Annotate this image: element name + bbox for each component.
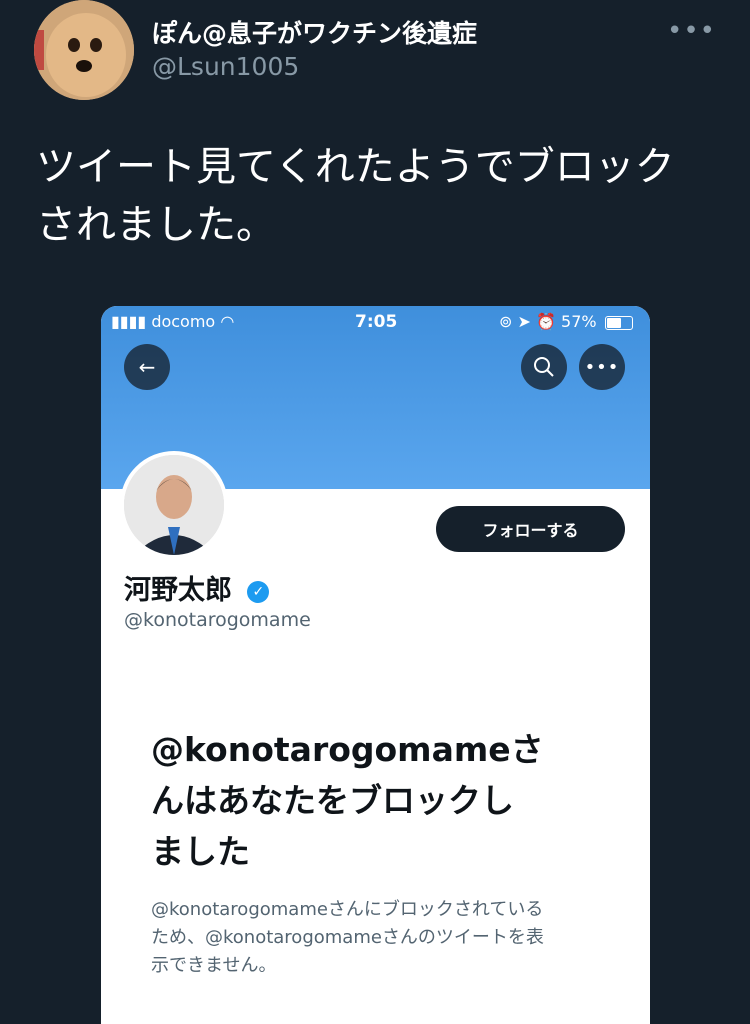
blocked-description: @konotarogomameさんにブロックされている ため、@konotaro… bbox=[151, 896, 601, 980]
lock-rotation-icon: ⊚ bbox=[499, 312, 513, 331]
status-time: 7:05 bbox=[355, 312, 398, 332]
blocked-title-line: @konotarogomameさ bbox=[151, 730, 544, 769]
author-handle[interactable]: @Lsun1005 bbox=[152, 52, 299, 81]
alarm-icon: ⏰ bbox=[536, 312, 556, 331]
wifi-icon: ◠ bbox=[220, 312, 235, 331]
author-display-name[interactable]: ぽん@息子がワクチン後遺症 bbox=[152, 14, 477, 50]
blocked-title-line: ました bbox=[151, 832, 250, 871]
carrier-label: docomo bbox=[151, 312, 216, 331]
blocked-desc-line: 示できません。 bbox=[151, 955, 277, 976]
author-avatar[interactable] bbox=[34, 0, 134, 100]
location-icon: ➤ bbox=[517, 312, 531, 331]
status-carrier: ▮▮▮▮ docomo ◠ bbox=[111, 312, 234, 331]
profile-avatar[interactable] bbox=[120, 451, 228, 559]
profile-name-text: 河野太郎 bbox=[124, 575, 232, 606]
attached-screenshot-image[interactable]: ▮▮▮▮ docomo ◠ 7:05 ⊚ ➤ ⏰ 57% ← ••• フォローす… bbox=[101, 306, 650, 1024]
profile-name: 河野太郎 ✓ bbox=[124, 568, 270, 607]
person-photo-image bbox=[124, 455, 224, 555]
profile-handle: @konotarogomame bbox=[124, 609, 311, 631]
follow-button[interactable]: フォローする bbox=[436, 506, 625, 552]
battery-percent: 57% bbox=[561, 312, 597, 331]
back-arrow-icon[interactable]: ← bbox=[124, 344, 170, 390]
battery-icon bbox=[604, 315, 633, 330]
tweet-text-line: されました。 bbox=[36, 202, 276, 248]
blocked-title-line: んはあなたをブロックし bbox=[151, 781, 514, 820]
more-horizontal-icon[interactable]: ••• bbox=[667, 16, 716, 46]
blocked-title: @konotarogomameさ んはあなたをブロックし ました bbox=[151, 724, 601, 877]
status-right: ⊚ ➤ ⏰ 57% bbox=[499, 312, 633, 331]
search-icon[interactable] bbox=[521, 344, 567, 390]
blocked-desc-line: ため、@konotarogomameさんのツイートを表 bbox=[151, 927, 544, 948]
blocked-desc-line: @konotarogomameさんにブロックされている bbox=[151, 899, 544, 920]
dog-avatar-image bbox=[34, 0, 134, 100]
more-options-icon[interactable]: ••• bbox=[579, 344, 625, 390]
verified-badge-icon: ✓ bbox=[247, 580, 270, 603]
tweet-text: ツイート見てくれたようでブロック されました。 bbox=[36, 138, 726, 254]
tweet-text-line: ツイート見てくれたようでブロック bbox=[36, 144, 675, 190]
signal-icon: ▮▮▮▮ bbox=[111, 312, 147, 331]
